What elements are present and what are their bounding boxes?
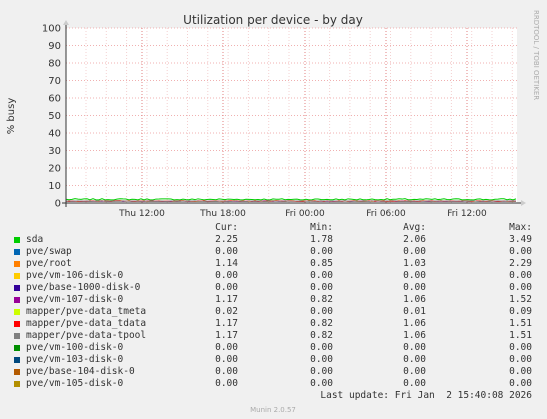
- legend-value-avg: 0.00: [403, 378, 426, 389]
- legend-row: sda 2.25 1.78 2.06 3.49: [0, 235, 547, 247]
- legend-swatch: [14, 309, 20, 315]
- legend-value-min: 0.82: [310, 318, 333, 329]
- legend-series-name: pve/base-1000-disk-0: [26, 282, 141, 293]
- legend-value-cur: 0.00: [215, 342, 238, 353]
- legend-value-min: 0.85: [310, 258, 333, 269]
- legend-series-name: pve/vm-100-disk-0: [26, 342, 124, 353]
- legend-value-avg: 2.06: [403, 234, 426, 245]
- legend-value-avg: 1.06: [403, 330, 426, 341]
- legend-value-max: 1.51: [509, 318, 532, 329]
- legend-row: pve/swap 0.00 0.00 0.00 0.00: [0, 247, 547, 259]
- legend-value-min: 0.00: [310, 378, 333, 389]
- legend-value-max: 0.00: [509, 270, 532, 281]
- legend-value-cur: 2.25: [215, 234, 238, 245]
- legend-value-min: 0.82: [310, 330, 333, 341]
- legend-value-cur: 0.00: [215, 366, 238, 377]
- legend-value-max: 0.00: [509, 246, 532, 257]
- legend-value-max: 0.00: [509, 366, 532, 377]
- legend-value-min: 0.00: [310, 270, 333, 281]
- legend-swatch: [14, 261, 20, 267]
- legend-series-name: mapper/pve-data-tpool: [26, 330, 147, 341]
- last-update: Last update: Fri Jan 2 15:40:08 2026: [320, 390, 532, 401]
- legend-value-cur: 1.17: [215, 294, 238, 305]
- legend-swatch: [14, 381, 20, 387]
- legend-value-min: 0.00: [310, 366, 333, 377]
- legend-value-min: 0.00: [310, 342, 333, 353]
- legend-series-name: pve/swap: [26, 246, 72, 257]
- legend-value-cur: 1.17: [215, 318, 238, 329]
- legend-value-max: 2.29: [509, 258, 532, 269]
- legend-value-max: 1.52: [509, 294, 532, 305]
- legend-swatch: [14, 369, 20, 375]
- legend-value-cur: 0.00: [215, 270, 238, 281]
- legend-swatch: [14, 321, 20, 327]
- legend-value-avg: 0.00: [403, 354, 426, 365]
- legend-value-avg: 0.00: [403, 270, 426, 281]
- legend-swatch: [14, 273, 20, 279]
- legend-swatch: [14, 357, 20, 363]
- legend-swatch: [14, 333, 20, 339]
- legend-value-cur: 1.17: [215, 330, 238, 341]
- legend-value-avg: 1.06: [403, 294, 426, 305]
- legend-swatch: [14, 237, 20, 243]
- legend-series-name: pve/vm-105-disk-0: [26, 378, 124, 389]
- legend-swatch: [14, 285, 20, 291]
- legend-series-name: pve/base-104-disk-0: [26, 366, 135, 377]
- legend-value-avg: 0.01: [403, 306, 426, 317]
- legend-value-avg: 1.06: [403, 318, 426, 329]
- legend-value-max: 0.00: [509, 342, 532, 353]
- legend-value-max: 0.00: [509, 282, 532, 293]
- legend-value-cur: 0.02: [215, 306, 238, 317]
- legend-series-name: mapper/pve-data_tdata: [26, 318, 147, 329]
- legend-value-min: 0.00: [310, 354, 333, 365]
- legend-value-max: 0.00: [509, 378, 532, 389]
- legend-value-avg: 0.00: [403, 366, 426, 377]
- legend-value-avg: 0.00: [403, 342, 426, 353]
- legend-value-min: 0.82: [310, 294, 333, 305]
- legend-value-cur: 0.00: [215, 282, 238, 293]
- legend-series-name: sda: [26, 234, 44, 245]
- legend-value-max: 0.00: [509, 354, 532, 365]
- legend-value-min: 0.00: [310, 306, 333, 317]
- legend-value-min: 0.00: [310, 246, 333, 257]
- legend-series-name: pve/root: [26, 258, 72, 269]
- col-max-header: Max:: [509, 222, 532, 233]
- legend-series-name: pve/vm-106-disk-0: [26, 270, 124, 281]
- legend-series-name: pve/vm-103-disk-0: [26, 354, 124, 365]
- legend-value-max: 0.09: [509, 306, 532, 317]
- col-avg-header: Avg:: [403, 222, 426, 233]
- legend-value-avg: 0.00: [403, 246, 426, 257]
- col-cur-header: Cur:: [215, 222, 238, 233]
- legend-series-name: mapper/pve-data_tmeta: [26, 306, 147, 317]
- legend-value-cur: 1.14: [215, 258, 238, 269]
- legend-value-max: 1.51: [509, 330, 532, 341]
- legend-value-min: 0.00: [310, 282, 333, 293]
- legend-value-cur: 0.00: [215, 378, 238, 389]
- legend-swatch: [14, 297, 20, 303]
- legend-value-avg: 0.00: [403, 282, 426, 293]
- col-min-header: Min:: [310, 222, 333, 233]
- legend: Cur: Min: Avg: Max: sda 2.25 1.78 2.06 3.49 p…: [0, 0, 547, 419]
- legend-value-max: 3.49: [509, 234, 532, 245]
- legend-swatch: [14, 345, 20, 351]
- legend-value-cur: 0.00: [215, 354, 238, 365]
- legend-value-min: 1.78: [310, 234, 333, 245]
- legend-swatch: [14, 249, 20, 255]
- legend-value-cur: 0.00: [215, 246, 238, 257]
- legend-value-avg: 1.03: [403, 258, 426, 269]
- legend-series-name: pve/vm-107-disk-0: [26, 294, 124, 305]
